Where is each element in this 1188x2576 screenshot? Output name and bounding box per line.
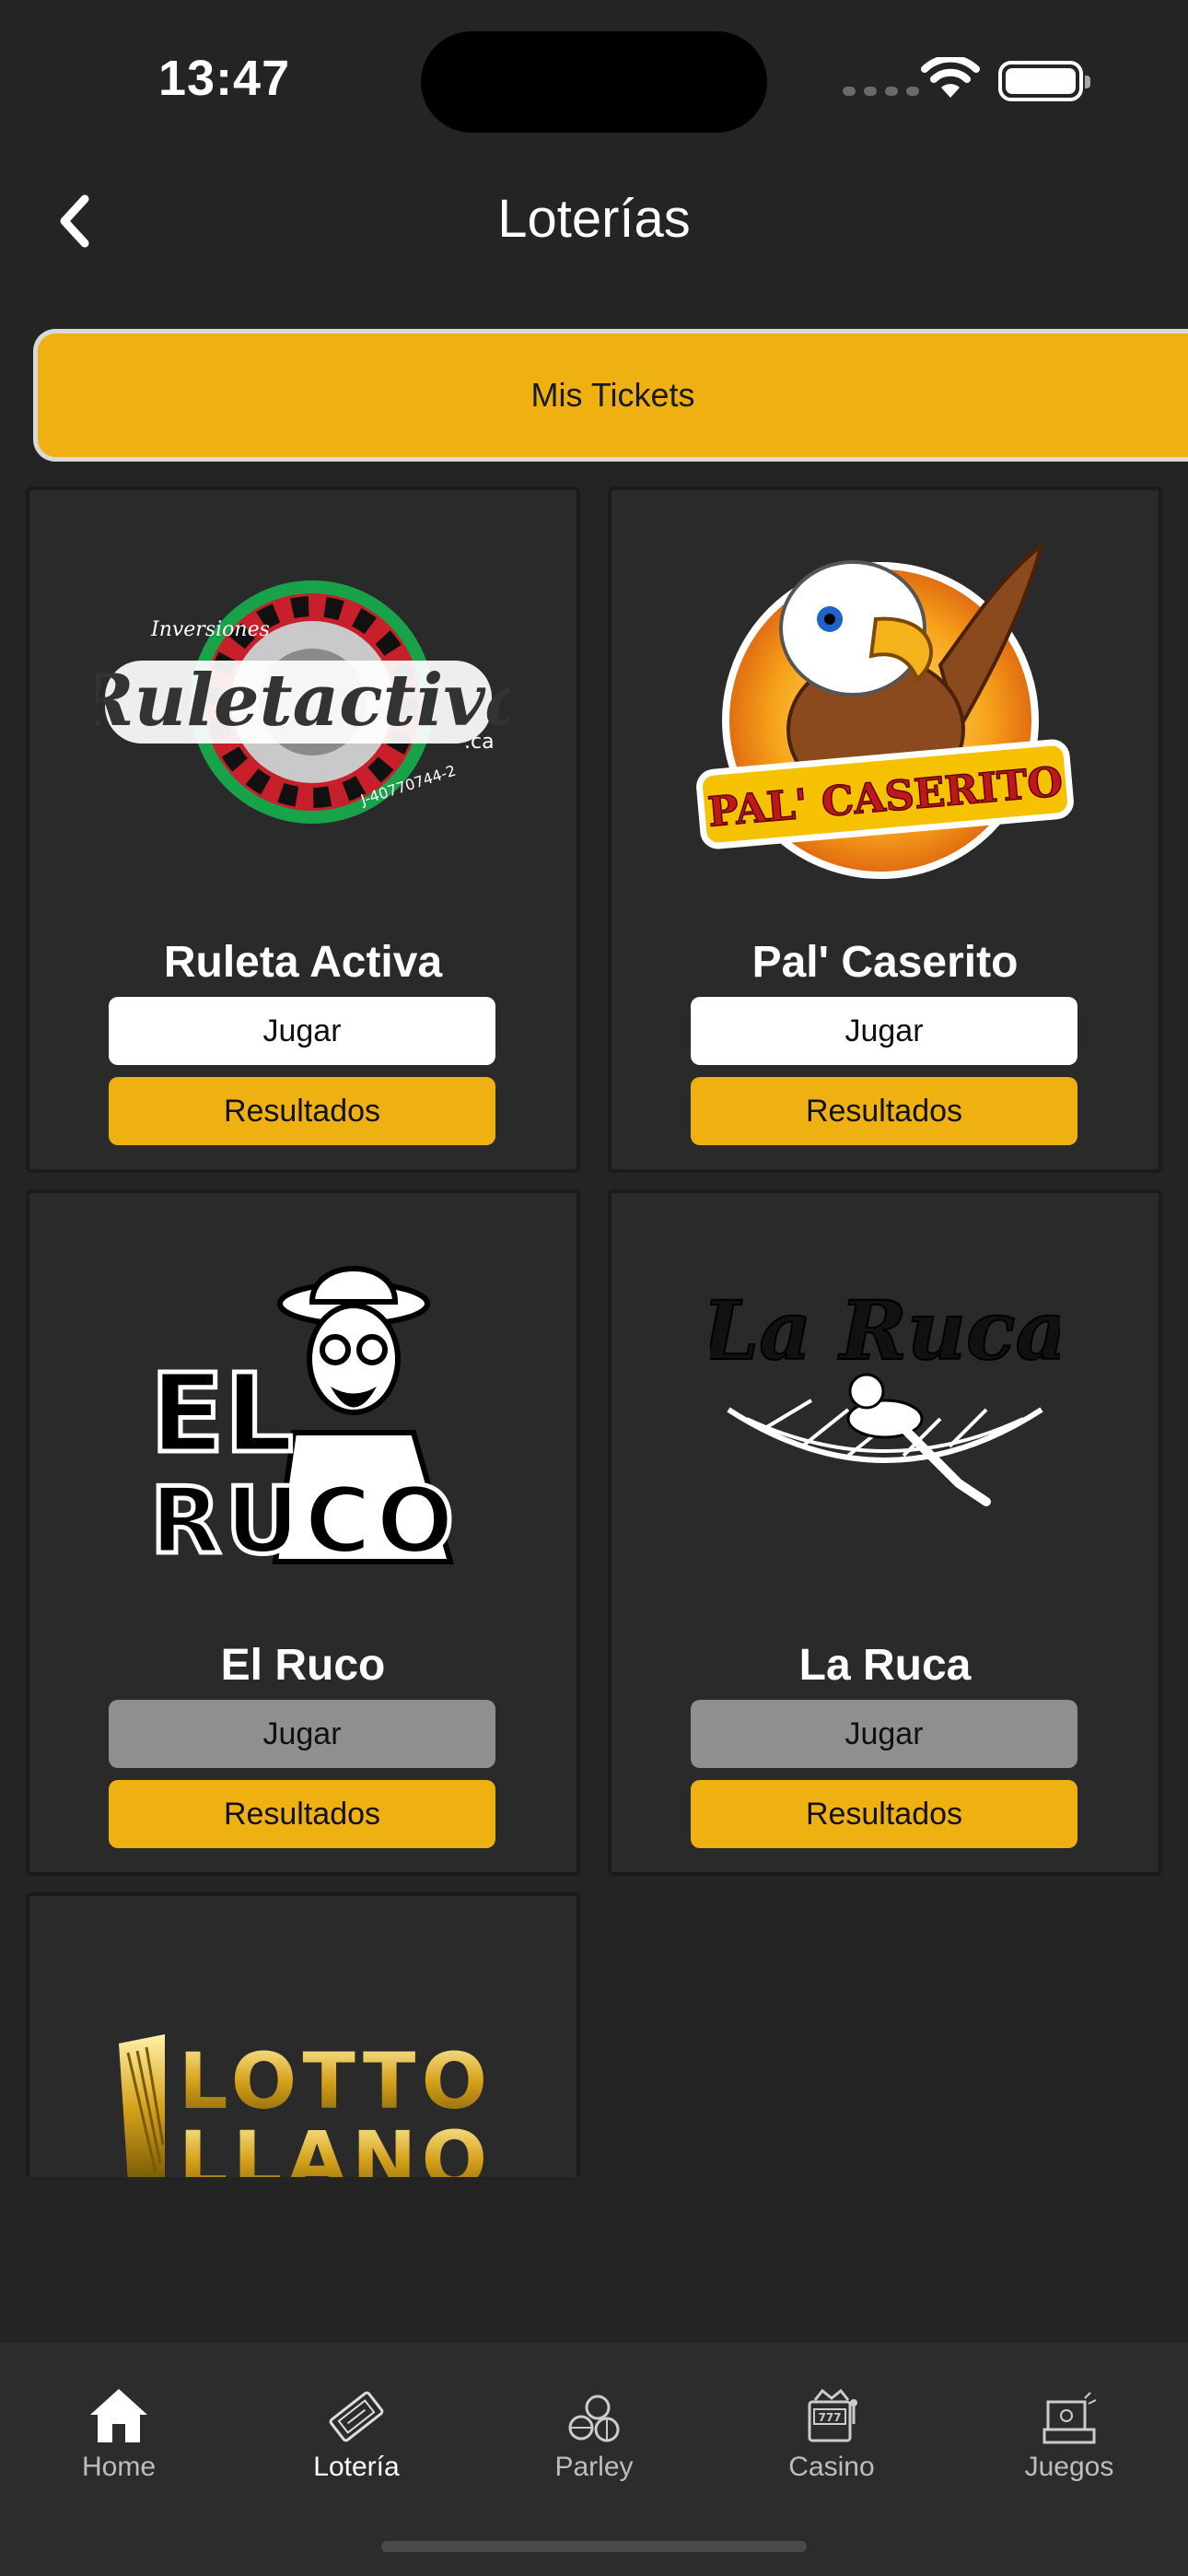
lottery-name: Ruleta Activa [163, 938, 443, 987]
lottery-name: Pal' Caserito [751, 938, 1019, 987]
play-button[interactable]: Jugar [691, 997, 1077, 1065]
pal-caserito-logo: PAL' CASERITO [611, 509, 1159, 905]
lotto-llano-logo: LOTTO LLANO [29, 1914, 577, 2177]
svg-text:LOTTO: LOTTO [179, 2036, 487, 2126]
status-time: 13:47 [158, 51, 291, 106]
tab-juegos[interactable]: Juegos [977, 2371, 1161, 2509]
cellular-signal-icon [843, 87, 919, 96]
tab-loteria[interactable]: Lotería [264, 2371, 448, 2509]
results-button[interactable]: Resultados [691, 1780, 1077, 1848]
tab-home[interactable]: Home [27, 2371, 211, 2509]
lottery-card-la-ruca: La Ruca La Ruca Jugar Resultados [608, 1189, 1162, 1876]
svg-text:.ca: .ca [464, 731, 495, 754]
tab-label: Home [81, 2452, 157, 2482]
home-indicator [381, 2541, 807, 2552]
lottery-name: El Ruco [220, 1641, 386, 1690]
page-title: Loterías [497, 189, 691, 249]
results-button[interactable]: Resultados [109, 1077, 495, 1145]
svg-text:EL: EL [150, 1350, 294, 1477]
tab-parley[interactable]: Parley [502, 2371, 686, 2509]
battery-icon [998, 61, 1090, 101]
play-button[interactable]: Jugar [109, 1700, 495, 1768]
results-button[interactable]: Resultados [691, 1077, 1077, 1145]
lottery-grid: Ruletactiva Inversiones .ca J-40770744-2… [0, 486, 1188, 2177]
lottery-card-ruleta-activa: Ruletactiva Inversiones .ca J-40770744-2… [26, 486, 580, 1173]
arcade-icon [1042, 2392, 1097, 2444]
svg-text:Inversiones: Inversiones [150, 618, 270, 641]
svg-text:Ruletactiva: Ruletactiva [96, 659, 510, 743]
el-ruco-logo: EL RUCO [29, 1212, 577, 1608]
ruletactiva-logo: Ruletactiva Inversiones .ca J-40770744-2 [29, 509, 577, 905]
lottery-name: La Ruca [798, 1641, 972, 1690]
my-tickets-button[interactable]: Mis Tickets [33, 329, 1188, 462]
tab-label: Parley [554, 2452, 634, 2482]
svg-text:777: 777 [818, 2411, 841, 2424]
tab-casino[interactable]: 777 Casino [740, 2371, 924, 2509]
svg-text:LLANO: LLANO [179, 2114, 487, 2177]
svg-text:La Ruca: La Ruca [710, 1282, 1060, 1378]
nav-header: Loterías [0, 157, 1188, 281]
slot-machine-icon: 777 [808, 2388, 857, 2442]
lottery-ticket-icon [329, 2391, 384, 2442]
lottery-card-pal-caserito: PAL' CASERITO Pal' Caserito Jugar Result… [608, 486, 1162, 1173]
play-button[interactable]: Jugar [691, 1700, 1077, 1768]
status-bar: 13:47 [0, 0, 1188, 157]
results-button[interactable]: Resultados [109, 1780, 495, 1848]
lottery-card-el-ruco: EL RUCO El Ruco Jugar Resultados [26, 1189, 580, 1876]
sports-balls-icon [568, 2395, 620, 2442]
dynamic-island [421, 31, 767, 133]
tab-label: Lotería [313, 2452, 400, 2482]
tab-label: Juegos [1024, 2452, 1114, 2482]
play-button[interactable]: Jugar [109, 997, 495, 1065]
home-icon [90, 2389, 147, 2442]
lottery-card-lotto-llano: LOTTO LLANO [26, 1892, 580, 2177]
tab-label: Casino [788, 2452, 875, 2482]
la-ruca-logo: La Ruca [611, 1212, 1159, 1608]
wifi-icon [921, 57, 980, 98]
